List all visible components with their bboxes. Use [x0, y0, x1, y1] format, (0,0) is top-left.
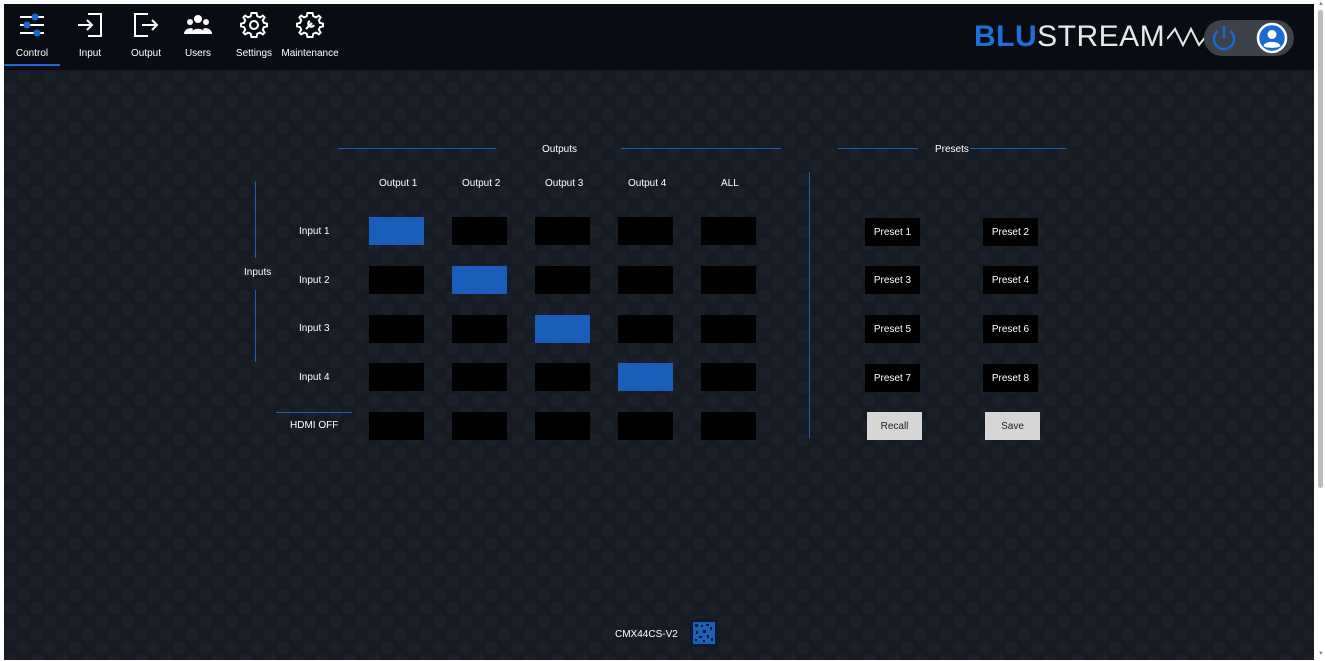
scroll-down-arrow-icon[interactable]: ▼: [1318, 651, 1324, 657]
logo-blu-text: BLU: [974, 20, 1038, 53]
route-cell-hdmi-off-output-3[interactable]: [535, 412, 590, 440]
row-label-input-2: Input 2: [299, 275, 330, 286]
route-cell-input-3-all[interactable]: [701, 315, 756, 343]
save-button[interactable]: Save: [985, 412, 1040, 440]
nav-users[interactable]: Users: [180, 4, 216, 70]
sliders-icon: [20, 13, 44, 37]
route-cell-input-2-output-3[interactable]: [535, 266, 590, 294]
column-header-all: ALL: [721, 178, 739, 189]
nav-settings-label: Settings: [235, 48, 273, 59]
preset-4-button[interactable]: Preset 4: [983, 266, 1038, 294]
route-cell-input-4-output-2[interactable]: [452, 363, 507, 391]
route-cell-input-1-output-1[interactable]: [369, 217, 424, 245]
outputs-header-line-left: [338, 148, 496, 149]
wrench-gear-icon: [296, 12, 324, 38]
preset-7-button[interactable]: Preset 7: [865, 364, 920, 392]
route-cell-hdmi-off-output-1[interactable]: [369, 412, 424, 440]
route-cell-input-3-output-4[interactable]: [618, 315, 673, 343]
column-header-output-2: Output 2: [462, 178, 501, 189]
column-header-output-4: Output 4: [628, 178, 667, 189]
route-cell-input-2-output-2[interactable]: [452, 266, 507, 294]
route-cell-input-4-output-3[interactable]: [535, 363, 590, 391]
route-cell-input-3-output-2[interactable]: [452, 315, 507, 343]
user-account-icon[interactable]: [1256, 22, 1288, 54]
inputs-line-top: [255, 181, 256, 258]
route-cell-input-4-output-4[interactable]: [618, 363, 673, 391]
scroll-up-arrow-icon[interactable]: ▲: [1318, 1, 1324, 7]
preset-3-button[interactable]: Preset 3: [865, 266, 920, 294]
blustream-logo: BLU STREAM: [974, 20, 1228, 54]
route-cell-input-4-all[interactable]: [701, 363, 756, 391]
preset-1-button[interactable]: Preset 1: [865, 218, 920, 246]
nav-input[interactable]: Input: [70, 4, 110, 70]
nav-output-label: Output: [130, 48, 162, 59]
inputs-title: Inputs: [244, 267, 272, 278]
route-cell-input-1-output-2[interactable]: [452, 217, 507, 245]
row-label-input-4: Input 4: [299, 372, 330, 383]
route-cell-input-1-output-4[interactable]: [618, 217, 673, 245]
route-cell-input-2-all[interactable]: [701, 266, 756, 294]
row-label-input-1: Input 1: [299, 226, 330, 237]
scrollbar-thumb[interactable]: [1318, 10, 1323, 488]
outputs-header-line-right: [621, 148, 781, 149]
route-cell-hdmi-off-output-2[interactable]: [452, 412, 507, 440]
matrix-presets-divider: [809, 172, 810, 438]
route-cell-input-3-output-3[interactable]: [535, 315, 590, 343]
input-icon: [78, 13, 102, 37]
users-icon: [184, 15, 212, 34]
presets-title: Presets: [935, 144, 969, 155]
presets-header-line-right: [970, 148, 1066, 149]
outputs-title: Outputs: [542, 144, 578, 155]
route-cell-input-4-output-1[interactable]: [369, 363, 424, 391]
nav-output[interactable]: Output: [124, 4, 168, 70]
route-cell-input-2-output-1[interactable]: [369, 266, 424, 294]
preset-5-button[interactable]: Preset 5: [865, 315, 920, 343]
qr-pattern: [693, 622, 715, 644]
column-header-output-1: Output 1: [379, 178, 418, 189]
gear-icon: [240, 12, 268, 38]
preset-6-button[interactable]: Preset 6: [983, 315, 1038, 343]
nav-maintenance[interactable]: Maintenance: [281, 4, 339, 70]
presets-header-line-left: [838, 148, 918, 149]
recall-button[interactable]: Recall: [867, 412, 922, 440]
inputs-line-bottom: [255, 290, 256, 362]
column-header-output-3: Output 3: [545, 178, 584, 189]
route-cell-input-3-output-1[interactable]: [369, 315, 424, 343]
preset-2-button[interactable]: Preset 2: [983, 218, 1038, 246]
hdmi-off-separator: [276, 412, 352, 413]
nav-settings[interactable]: Settings: [234, 4, 274, 70]
model-name: CMX44CS-V2: [615, 629, 678, 640]
preset-8-button[interactable]: Preset 8: [983, 364, 1038, 392]
top-navigation-bar: Control Input Output Users Settings Main…: [4, 4, 1314, 70]
app-window: Control Input Output Users Settings Main…: [4, 4, 1314, 660]
route-cell-input-2-output-4[interactable]: [618, 266, 673, 294]
row-label-input-3: Input 3: [299, 323, 330, 334]
output-icon: [134, 13, 159, 37]
qr-code-icon[interactable]: [690, 619, 718, 647]
nav-input-label: Input: [78, 48, 102, 59]
logo-stream-text: STREAM: [1037, 20, 1166, 53]
route-cell-input-1-output-3[interactable]: [535, 217, 590, 245]
row-label-hdmi-off: HDMI OFF: [290, 420, 339, 431]
route-cell-hdmi-off-output-4[interactable]: [618, 412, 673, 440]
route-cell-input-1-all[interactable]: [701, 217, 756, 245]
nav-control-label: Control: [15, 48, 49, 59]
nav-maintenance-label: Maintenance: [281, 48, 339, 59]
nav-control[interactable]: Control: [4, 4, 60, 70]
route-cell-hdmi-off-all[interactable]: [701, 412, 756, 440]
power-icon[interactable]: [1208, 22, 1240, 54]
nav-users-label: Users: [184, 48, 212, 59]
